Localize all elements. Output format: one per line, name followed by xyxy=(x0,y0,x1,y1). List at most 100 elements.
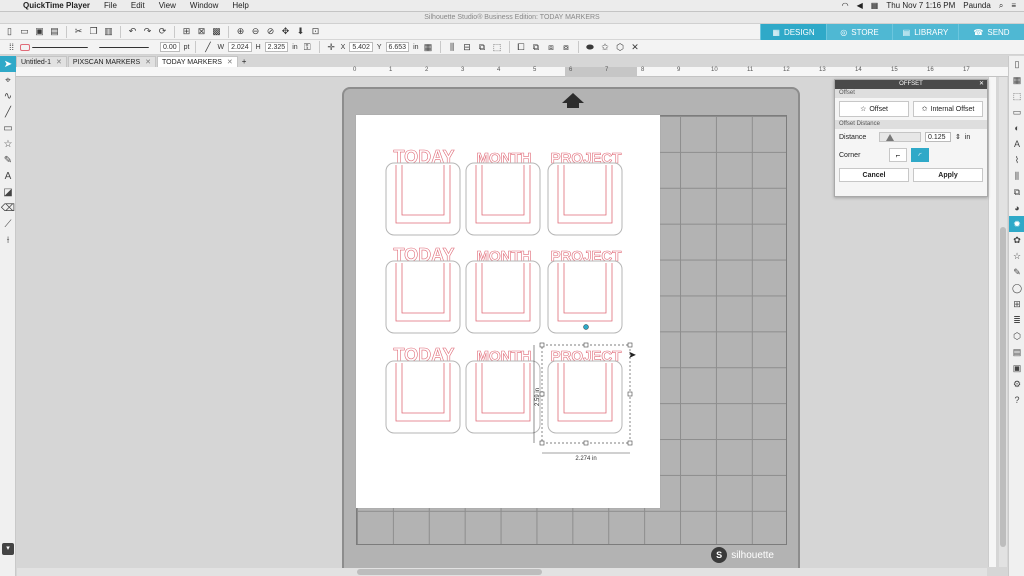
replicate-icon[interactable]: ⧉ xyxy=(1009,184,1024,200)
menu-window[interactable]: Window xyxy=(183,1,225,10)
menu-view[interactable]: View xyxy=(152,1,183,10)
offset-button[interactable]: ☆ Offset xyxy=(839,101,909,117)
pan-icon[interactable]: ✥ xyxy=(279,25,292,38)
nest-icon[interactable]: ◯ xyxy=(1009,280,1024,296)
horizontal-scrollbar[interactable] xyxy=(17,568,987,576)
transform-tools-icon[interactable]: ⌇ xyxy=(1009,152,1024,168)
cut-icon[interactable]: ✂ xyxy=(72,25,85,38)
layers-list-icon[interactable]: ≣ xyxy=(1009,312,1024,328)
ungroup-icon[interactable]: ⬚ xyxy=(491,41,504,54)
internal-offset-button[interactable]: ✩ Internal Offset xyxy=(913,101,983,117)
corner-sharp-button[interactable]: ⌐ xyxy=(889,148,907,162)
clock[interactable]: Thu Nov 7 1:16 PM xyxy=(886,1,955,10)
distribute-icon[interactable]: ⊟ xyxy=(461,41,474,54)
zoom-out-icon[interactable]: ⊖ xyxy=(249,25,262,38)
align-grid-icon[interactable]: ▦ xyxy=(422,41,435,54)
menu-edit[interactable]: Edit xyxy=(124,1,152,10)
star-shape-tool-icon[interactable]: ☆ xyxy=(0,136,16,152)
distance-stepper-icon[interactable]: ⇕ xyxy=(955,133,961,141)
arrange-backward-icon[interactable]: ⧇ xyxy=(560,41,573,54)
scroll-thumb[interactable] xyxy=(1000,227,1006,547)
arrange-back-icon[interactable]: ⧉ xyxy=(530,41,543,54)
library-panel-icon[interactable]: ▤ xyxy=(1009,344,1024,360)
paste-icon[interactable]: ▥ xyxy=(102,25,115,38)
rectangle-tool-icon[interactable]: ▭ xyxy=(0,120,16,136)
cancel-button[interactable]: Cancel xyxy=(839,168,909,182)
line-style-dropdown[interactable] xyxy=(32,46,88,48)
menu-list-icon[interactable]: ≡ xyxy=(1011,1,1016,10)
text-tool-icon[interactable]: A xyxy=(0,168,16,184)
pencil-tool-icon[interactable]: ✎ xyxy=(0,152,16,168)
arrange-front-icon[interactable]: ⧠ xyxy=(515,41,528,54)
sketch-icon[interactable]: ✎ xyxy=(1009,264,1024,280)
settings-icon[interactable]: ⚙ xyxy=(1009,376,1024,392)
pattern-icon[interactable]: ⁞⁞ xyxy=(5,41,18,54)
align-icon[interactable]: ⫼ xyxy=(446,41,459,54)
text-style-icon[interactable]: A xyxy=(1009,136,1024,152)
x-field[interactable]: 5.402 xyxy=(349,42,373,52)
menu-file[interactable]: File xyxy=(97,1,124,10)
delete-icon[interactable]: ▩ xyxy=(210,25,223,38)
arrange-forward-icon[interactable]: ⧈ xyxy=(545,41,558,54)
refresh-icon[interactable]: ⟳ xyxy=(156,25,169,38)
zoom-select-icon[interactable]: ⊘ xyxy=(264,25,277,38)
copy-icon[interactable]: ❐ xyxy=(87,25,100,38)
point-edit-tool-icon[interactable]: ⌖ xyxy=(0,72,16,88)
menu-app-name[interactable]: QuickTime Player xyxy=(16,1,97,10)
wifi-icon[interactable]: ◠ xyxy=(842,1,849,10)
eraser-tool-icon[interactable]: ⌫ xyxy=(0,200,16,216)
menu-help[interactable]: Help xyxy=(225,1,255,10)
library-dock-icon[interactable]: ▾ xyxy=(2,543,14,555)
tab-store[interactable]: ◎ STORE xyxy=(826,24,892,40)
offset-panel-icon[interactable]: ✹ xyxy=(1009,216,1024,232)
vertical-scrollbar[interactable] xyxy=(999,77,1007,567)
fill-color-icon[interactable]: ◐ xyxy=(1009,120,1024,136)
page-setup-icon[interactable]: ▯ xyxy=(1009,56,1024,72)
pen-tool-icon[interactable]: ∿ xyxy=(0,88,16,104)
align-panel-icon[interactable]: ⫼ xyxy=(1009,168,1024,184)
select-all-icon[interactable]: ⊞ xyxy=(180,25,193,38)
star-panel-icon[interactable]: ☆ xyxy=(1009,248,1024,264)
slider-knob[interactable] xyxy=(886,134,894,141)
trace-icon[interactable]: ⬡ xyxy=(614,41,627,54)
corner-round-button[interactable]: ◜ xyxy=(911,148,929,162)
select-tool-icon[interactable]: ➤ xyxy=(0,56,16,72)
design-artwork[interactable]: TODAY MONTH PROJECT TODAY MONTH PROJECT TODAY M… xyxy=(356,115,660,508)
save-icon[interactable]: ▣ xyxy=(33,25,46,38)
spotlight-icon[interactable]: ⌕ xyxy=(999,1,1003,11)
doc-tab-untitled[interactable]: Untitled-1 ✕ xyxy=(16,56,67,67)
line-color-swatch[interactable] xyxy=(20,43,30,51)
doc-tab-pixscan[interactable]: PIXSCAN MARKERS ✕ xyxy=(67,56,157,67)
help-icon[interactable]: ? xyxy=(1009,392,1024,408)
zoom-in-icon[interactable]: ⊕ xyxy=(234,25,247,38)
print-cut-icon[interactable]: ⊞ xyxy=(1009,296,1024,312)
line-style-2-dropdown[interactable] xyxy=(99,46,149,48)
fill-tool-icon[interactable]: ◪ xyxy=(0,184,16,200)
modify-icon[interactable]: ◕ xyxy=(1009,200,1024,216)
distance-slider[interactable] xyxy=(879,132,921,142)
panel-close-icon[interactable]: ✕ xyxy=(979,80,984,89)
height-field[interactable]: 2.325 xyxy=(264,42,289,52)
group-icon[interactable]: ⧉ xyxy=(476,41,489,54)
user-name[interactable]: Paunda xyxy=(963,1,991,10)
close-tab-icon[interactable]: ✕ xyxy=(227,57,233,67)
fit-window-icon[interactable]: ⊡ xyxy=(309,25,322,38)
knife-tool-icon[interactable]: ⟋ xyxy=(0,216,16,232)
grid-icon[interactable]: ▦ xyxy=(1009,72,1024,88)
print-icon[interactable]: ▤ xyxy=(48,25,61,38)
width-field[interactable]: 2.024 xyxy=(228,42,252,52)
paper-page[interactable]: TODAY MONTH PROJECT TODAY MONTH PROJECT TODAY M… xyxy=(356,115,660,508)
apply-button[interactable]: Apply xyxy=(913,168,983,182)
flag-icon[interactable]: ▦ xyxy=(871,1,879,10)
close-tab-icon[interactable]: ✕ xyxy=(56,57,62,67)
layers-icon[interactable]: ▭ xyxy=(1009,104,1024,120)
doc-tab-today-markers[interactable]: TODAY MARKERS ✕ xyxy=(157,56,238,67)
tab-design[interactable]: ▦ DESIGN xyxy=(760,24,826,40)
trace-panel-icon[interactable]: ✿ xyxy=(1009,232,1024,248)
add-tab-icon[interactable]: + xyxy=(239,56,250,67)
weld-icon[interactable]: ⬬ xyxy=(584,41,597,54)
scroll-thumb[interactable] xyxy=(357,569,542,575)
close-tab-icon[interactable]: ✕ xyxy=(145,57,151,67)
y-field[interactable]: 6.653 xyxy=(385,42,410,52)
offset-star-icon[interactable]: ✩ xyxy=(599,41,612,54)
